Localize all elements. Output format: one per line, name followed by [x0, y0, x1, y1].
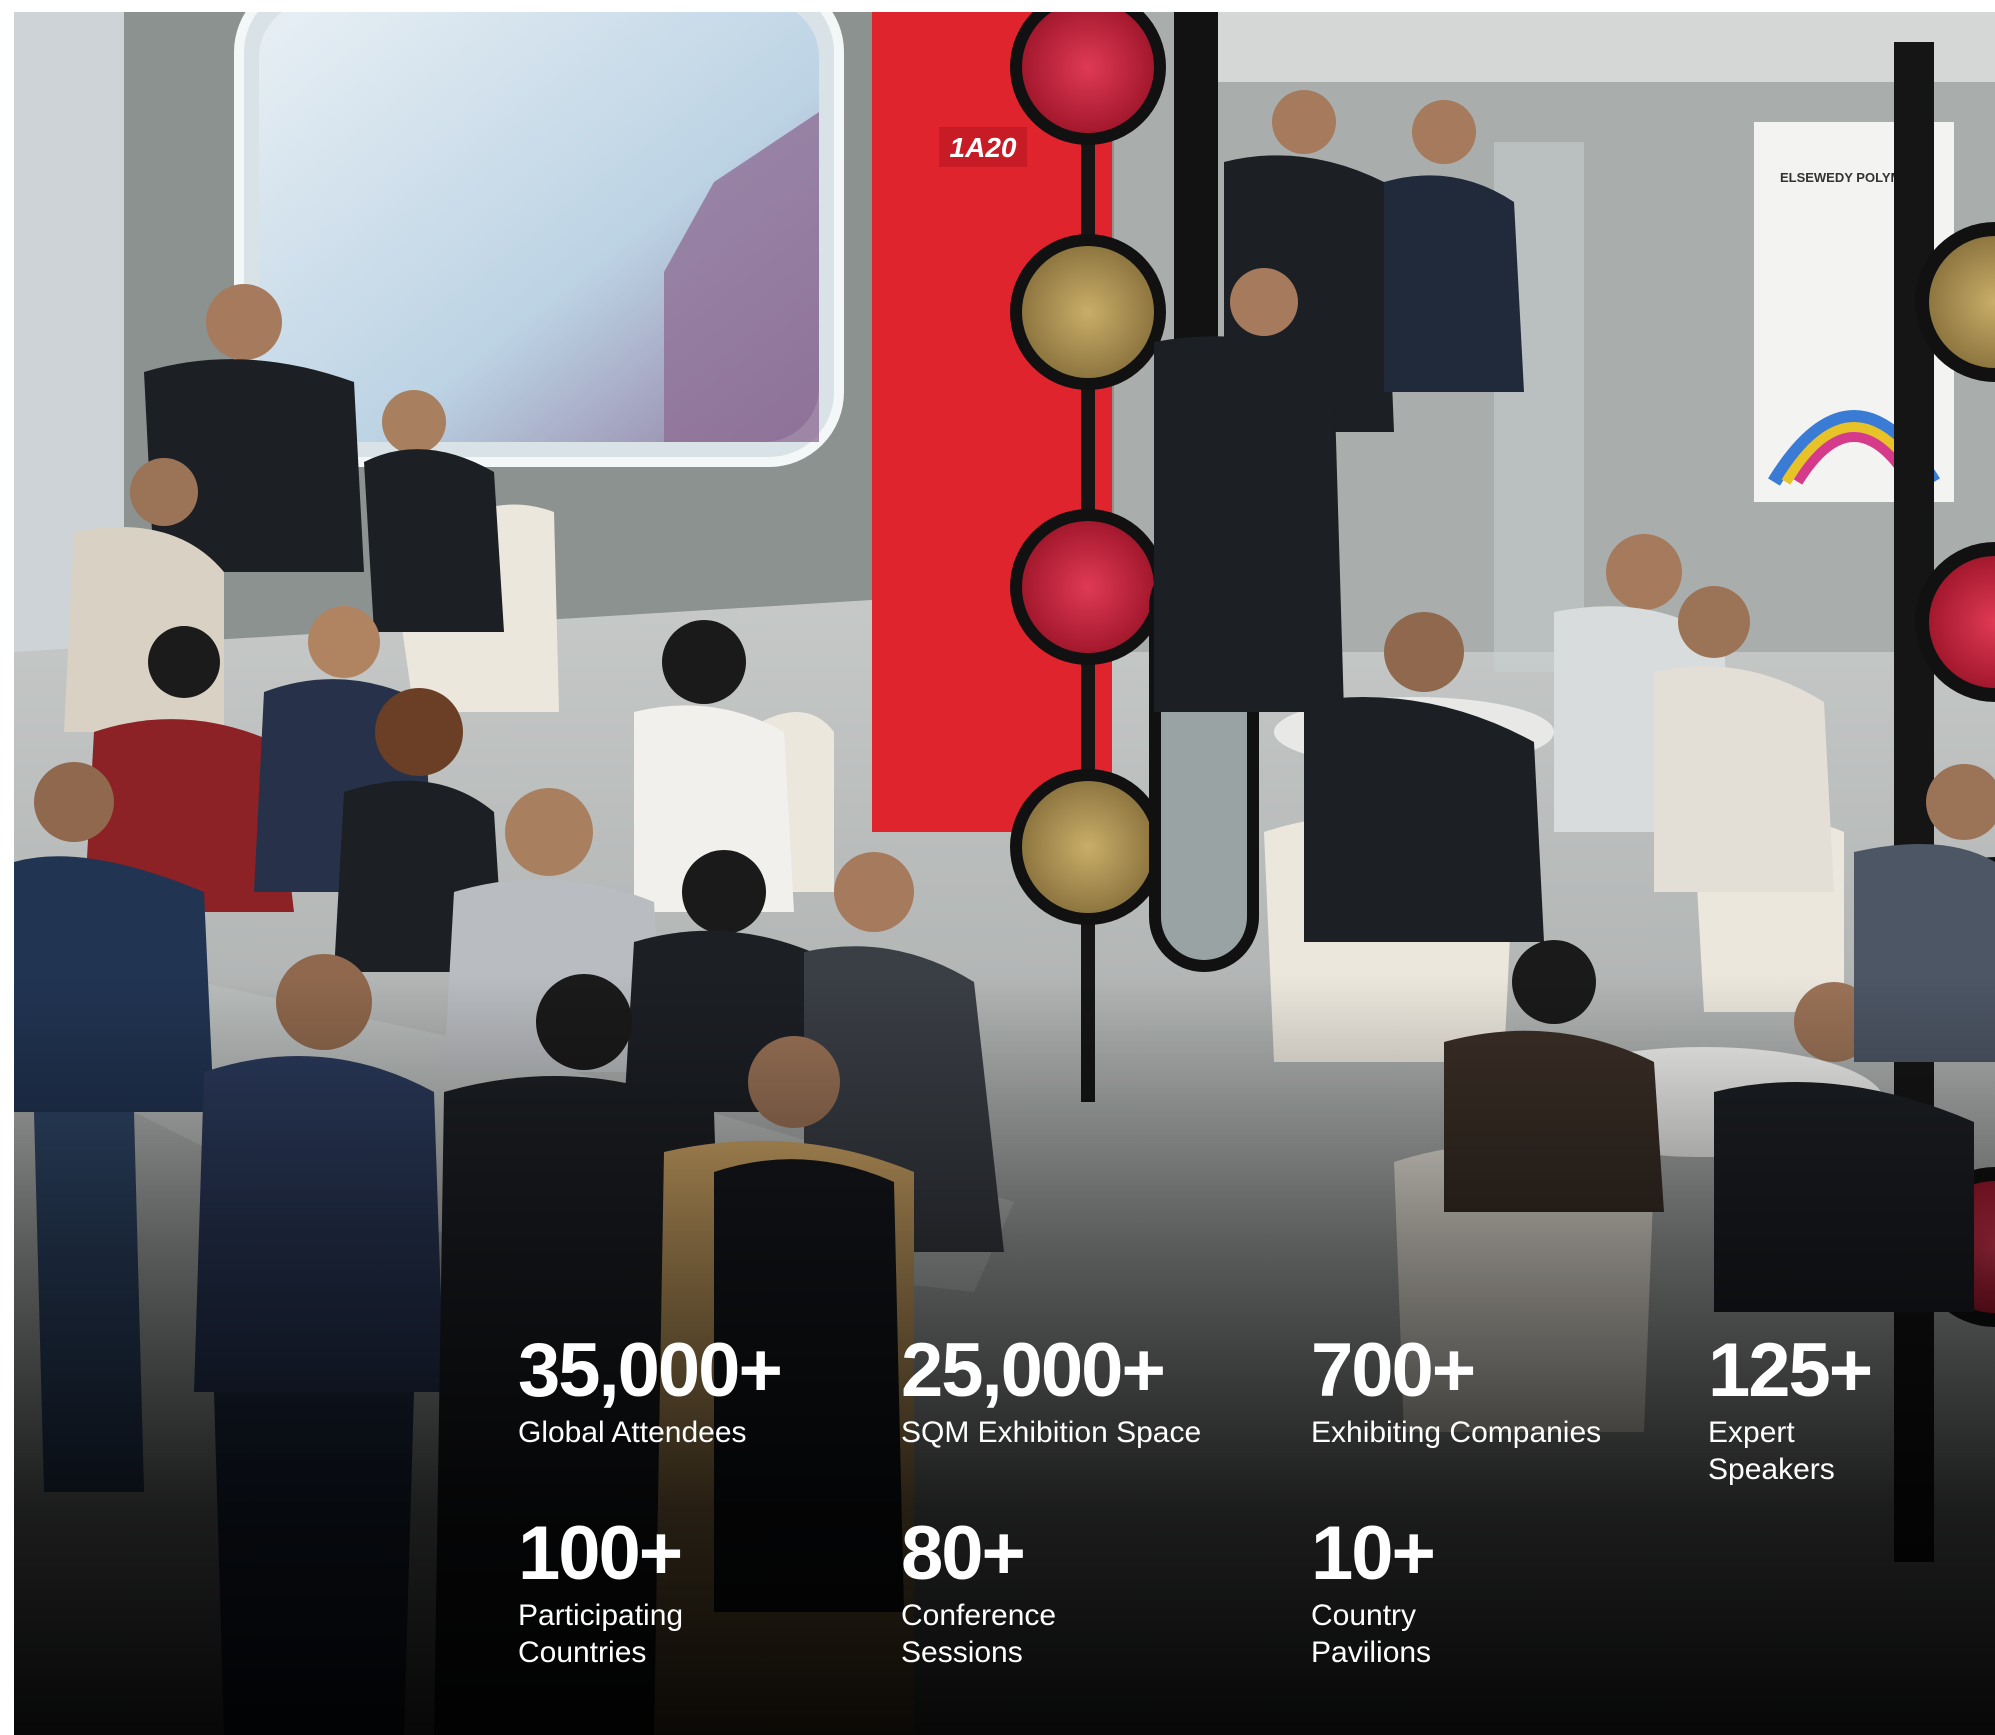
- stat-value: 10+: [1311, 1511, 1436, 1596]
- stat-value: 35,000+: [518, 1328, 783, 1413]
- stat-value: 700+: [1311, 1328, 1476, 1413]
- stat-label-line: Countries: [518, 1636, 647, 1669]
- stat-label: SQM Exhibition Space: [901, 1416, 1202, 1449]
- stat-label: Global Attendees: [518, 1416, 747, 1449]
- stat-label: Conference Sessions: [901, 1597, 1056, 1671]
- stat-exhibition-space: 25,000+ SQM Exhibition Space: [901, 1332, 1201, 1451]
- stat-label: Expert Speakers: [1708, 1414, 1871, 1488]
- stat-participating-countries: 100+ Participating Countries: [518, 1515, 683, 1671]
- stat-label-line: Participating: [518, 1599, 684, 1632]
- stat-conference-sessions: 80+ Conference Sessions: [901, 1515, 1056, 1671]
- hero-photo-frame: 1A20 ELSEWEDY POLYMERS 35,000+ Global At…: [14, 12, 1995, 1735]
- stat-value: 25,000+: [901, 1328, 1166, 1413]
- stat-label-line: Country: [1311, 1599, 1417, 1632]
- stat-label-line: Expert: [1708, 1416, 1795, 1449]
- stat-country-pavilions: 10+ Country Pavilions: [1311, 1511, 1436, 1671]
- stat-label-line: Pavilions: [1311, 1636, 1432, 1669]
- stat-label-line: Speakers: [1708, 1453, 1835, 1486]
- stat-value: 125+: [1708, 1328, 1873, 1413]
- stat-label-line: Conference: [901, 1599, 1057, 1632]
- stat-label: Participating Countries: [518, 1597, 683, 1671]
- stat-label: Country Pavilions: [1311, 1597, 1434, 1671]
- stat-expert-speakers: 125+ Expert Speakers: [1708, 1328, 1873, 1488]
- stat-exhibiting-companies: 700+ Exhibiting Companies: [1311, 1332, 1601, 1451]
- stats-overlay: 35,000+ Global Attendees 25,000+ SQM Exh…: [14, 12, 1995, 1735]
- stat-value: 100+: [518, 1511, 683, 1596]
- stat-value: 80+: [901, 1511, 1026, 1596]
- stat-global-attendees: 35,000+ Global Attendees: [518, 1328, 783, 1451]
- stat-label: Exhibiting Companies: [1311, 1416, 1602, 1449]
- stat-label-line: Sessions: [901, 1636, 1023, 1669]
